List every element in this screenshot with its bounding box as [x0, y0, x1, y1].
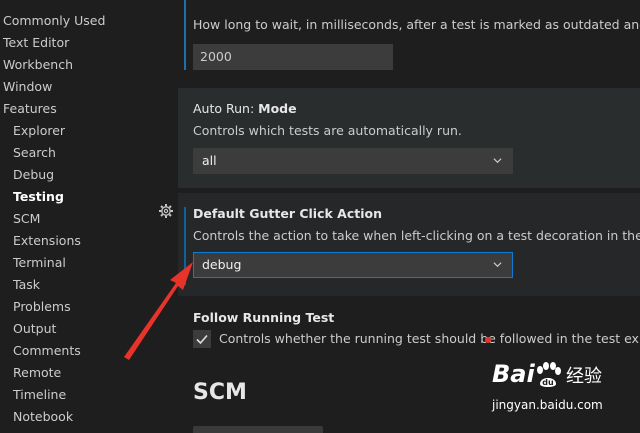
sidebar-item-features[interactable]: Features [3, 98, 57, 120]
gutter-click-action-select[interactable]: debug [193, 252, 513, 278]
sidebar-item-text-editor[interactable]: Text Editor [3, 32, 69, 54]
setting-focus-indicator [184, 207, 186, 285]
partial-setting-title [193, 426, 323, 433]
sidebar-item-timeline[interactable]: Timeline [13, 384, 66, 406]
select-value: debug [202, 257, 242, 272]
setting-title: Default Gutter Click Action [193, 206, 382, 221]
chevron-down-icon [493, 262, 502, 268]
svg-text:du: du [542, 378, 554, 387]
sidebar-item-scm[interactable]: SCM [13, 208, 40, 230]
sidebar-item-output[interactable]: Output [13, 318, 56, 340]
setting-outdated-timeout: How long to wait, in milliseconds, after… [178, 0, 640, 80]
sidebar-item-search[interactable]: Search [13, 142, 56, 164]
sidebar-item-comments[interactable]: Comments [13, 340, 81, 362]
setting-name: Mode [258, 101, 297, 116]
auto-run-mode-select[interactable]: all [193, 148, 513, 174]
sidebar-item-terminal[interactable]: Terminal [13, 252, 66, 274]
setting-indicator [184, 0, 186, 70]
outdated-timeout-input[interactable]: 2000 [193, 44, 393, 70]
baidu-jingyan-watermark: Bai du 经验 jingyan.baidu.com [490, 360, 640, 420]
sidebar-item-window[interactable]: Window [3, 76, 52, 98]
sidebar-item-extensions[interactable]: Extensions [13, 230, 81, 252]
sidebar-item-commonly-used[interactable]: Commonly Used [3, 10, 105, 32]
setting-description: How long to wait, in milliseconds, after… [193, 17, 640, 32]
sidebar-item-task[interactable]: Task [13, 274, 40, 296]
check-icon [196, 334, 208, 345]
sidebar-item-testing[interactable]: Testing [13, 186, 64, 208]
sidebar-item-workbench[interactable]: Workbench [3, 54, 73, 76]
setting-description: Controls which tests are automatically r… [193, 123, 462, 138]
setting-follow-running-test: Follow Running Test Controls whether the… [178, 300, 640, 360]
sidebar-item-problems[interactable]: Problems [13, 296, 71, 318]
setting-category: Auto Run: [193, 101, 259, 116]
setting-auto-run-mode: Auto Run: Mode Controls which tests are … [178, 88, 640, 188]
setting-title: Follow Running Test [193, 310, 335, 325]
sidebar-item-explorer[interactable]: Explorer [13, 120, 65, 142]
watermark-url: jingyan.baidu.com [492, 398, 603, 412]
sidebar-item-debug[interactable]: Debug [13, 164, 54, 186]
section-title-scm: SCM [193, 380, 247, 405]
settings-toc-sidebar: Commonly Used Text Editor Workbench Window F… [0, 0, 178, 433]
sidebar-item-remote[interactable]: Remote [13, 362, 61, 384]
select-value: all [202, 153, 217, 168]
watermark-brand-suffix: 经验 [566, 366, 602, 387]
chevron-down-icon [493, 158, 502, 164]
paw-icon: du [537, 362, 561, 387]
setting-description: Controls the action to take when left-cl… [193, 228, 640, 243]
gear-icon[interactable] [158, 203, 174, 219]
follow-running-test-checkbox[interactable] [193, 330, 211, 348]
sidebar-item-notebook[interactable]: Notebook [13, 406, 73, 428]
setting-default-gutter-click-action: Default Gutter Click Action Controls the… [178, 193, 640, 296]
setting-title: Auto Run: Mode [193, 101, 297, 116]
watermark-brand: Bai [492, 360, 535, 388]
setting-description: Controls whether the running test should… [219, 331, 640, 346]
